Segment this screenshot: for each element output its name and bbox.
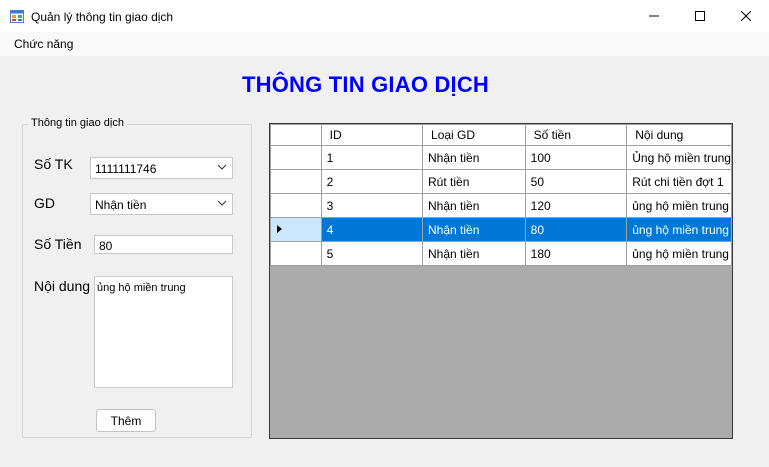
- table-row[interactable]: 2 Rút tiền 50 Rút chi tiền đợt 1: [270, 169, 732, 194]
- cell-id[interactable]: 2: [320, 169, 424, 194]
- cell-noi-dung[interactable]: ủng hộ miền trung: [626, 193, 732, 218]
- cell-loai-gd[interactable]: Nhận tiền: [422, 193, 526, 218]
- row-header[interactable]: [270, 193, 322, 218]
- menu-bar: Chức năng: [0, 32, 769, 56]
- cell-id[interactable]: 4: [320, 217, 424, 242]
- window-title: Quản lý thông tin giao dịch: [31, 10, 174, 24]
- amount-label: Số Tiền: [34, 236, 82, 252]
- transaction-type-combobox[interactable]: Nhận tiền: [90, 193, 233, 215]
- cell-so-tien[interactable]: 80: [524, 217, 628, 242]
- cell-loai-gd[interactable]: Nhận tiền: [422, 241, 526, 266]
- chevron-down-icon: [217, 200, 227, 206]
- cell-loai-gd[interactable]: Nhận tiền: [422, 145, 526, 170]
- grid-table: ID Loại GD Số tiền Nội dung 1 Nhận tiền …: [270, 124, 732, 266]
- close-icon: [741, 11, 751, 21]
- cell-noi-dung[interactable]: Rút chi tiền đợt 1: [626, 169, 732, 194]
- cell-id[interactable]: 5: [320, 241, 424, 266]
- cell-noi-dung[interactable]: Ủng hộ miền trung: [626, 145, 732, 170]
- maximize-icon: [695, 11, 705, 21]
- row-header[interactable]: [270, 145, 322, 170]
- menu-item-chuc-nang[interactable]: Chức năng: [14, 37, 73, 51]
- column-header-id[interactable]: ID: [320, 124, 424, 146]
- title-bar[interactable]: Quản lý thông tin giao dịch: [0, 0, 769, 32]
- grid-header-row: ID Loại GD Số tiền Nội dung: [270, 124, 732, 146]
- cell-so-tien[interactable]: 100: [524, 145, 628, 170]
- cell-so-tien[interactable]: 180: [524, 241, 628, 266]
- column-header-so-tien[interactable]: Số tiền: [524, 124, 628, 146]
- transactions-grid[interactable]: ID Loại GD Số tiền Nội dung 1 Nhận tiền …: [269, 123, 733, 439]
- minimize-button[interactable]: [631, 0, 677, 32]
- transaction-type-label: GD: [34, 195, 55, 211]
- content-label: Nội dung: [34, 278, 91, 294]
- table-row[interactable]: 5 Nhận tiền 180 ủng hộ miền trung: [270, 241, 732, 266]
- add-button[interactable]: Thêm: [96, 409, 156, 432]
- row-header-corner[interactable]: [270, 124, 322, 146]
- current-row-arrow-icon: [277, 225, 282, 233]
- column-header-noi-dung[interactable]: Nội dung: [626, 124, 732, 146]
- cell-id[interactable]: 3: [320, 193, 424, 218]
- transaction-type-value: Nhận tiền: [95, 198, 147, 212]
- chevron-down-icon: [217, 164, 227, 170]
- page-title: THÔNG TIN GIAO DỊCH: [242, 72, 490, 97]
- column-header-loai-gd[interactable]: Loại GD: [422, 124, 526, 146]
- cell-so-tien[interactable]: 120: [524, 193, 628, 218]
- amount-input[interactable]: 80: [94, 235, 233, 254]
- table-row[interactable]: 3 Nhận tiền 120 ủng hộ miền trung: [270, 193, 732, 218]
- cell-noi-dung[interactable]: ủng hộ miền trung: [626, 241, 732, 266]
- account-number-label: Số TK: [34, 156, 73, 172]
- cell-noi-dung[interactable]: ủng hộ miền trung: [626, 217, 732, 242]
- cell-loai-gd[interactable]: Nhận tiền: [422, 217, 526, 242]
- table-row-selected[interactable]: 4 Nhận tiền 80 ủng hộ miền trung: [270, 217, 732, 242]
- close-button[interactable]: [723, 0, 769, 32]
- cell-id[interactable]: 1: [320, 145, 424, 170]
- row-header[interactable]: [270, 217, 322, 242]
- account-number-value: 1111111746: [95, 162, 157, 176]
- row-header[interactable]: [270, 241, 322, 266]
- table-row[interactable]: 1 Nhận tiền 100 Ủng hộ miền trung: [270, 145, 732, 170]
- maximize-button[interactable]: [677, 0, 723, 32]
- account-number-combobox[interactable]: 1111111746: [90, 157, 233, 179]
- cell-so-tien[interactable]: 50: [524, 169, 628, 194]
- cell-loai-gd[interactable]: Rút tiền: [422, 169, 526, 194]
- content-textarea[interactable]: ủng hộ miền trung: [94, 276, 233, 388]
- groupbox-title: Thông tin giao dịch: [28, 117, 127, 129]
- row-header[interactable]: [270, 169, 322, 194]
- app-form-icon: [10, 10, 24, 23]
- minimize-icon: [649, 15, 659, 17]
